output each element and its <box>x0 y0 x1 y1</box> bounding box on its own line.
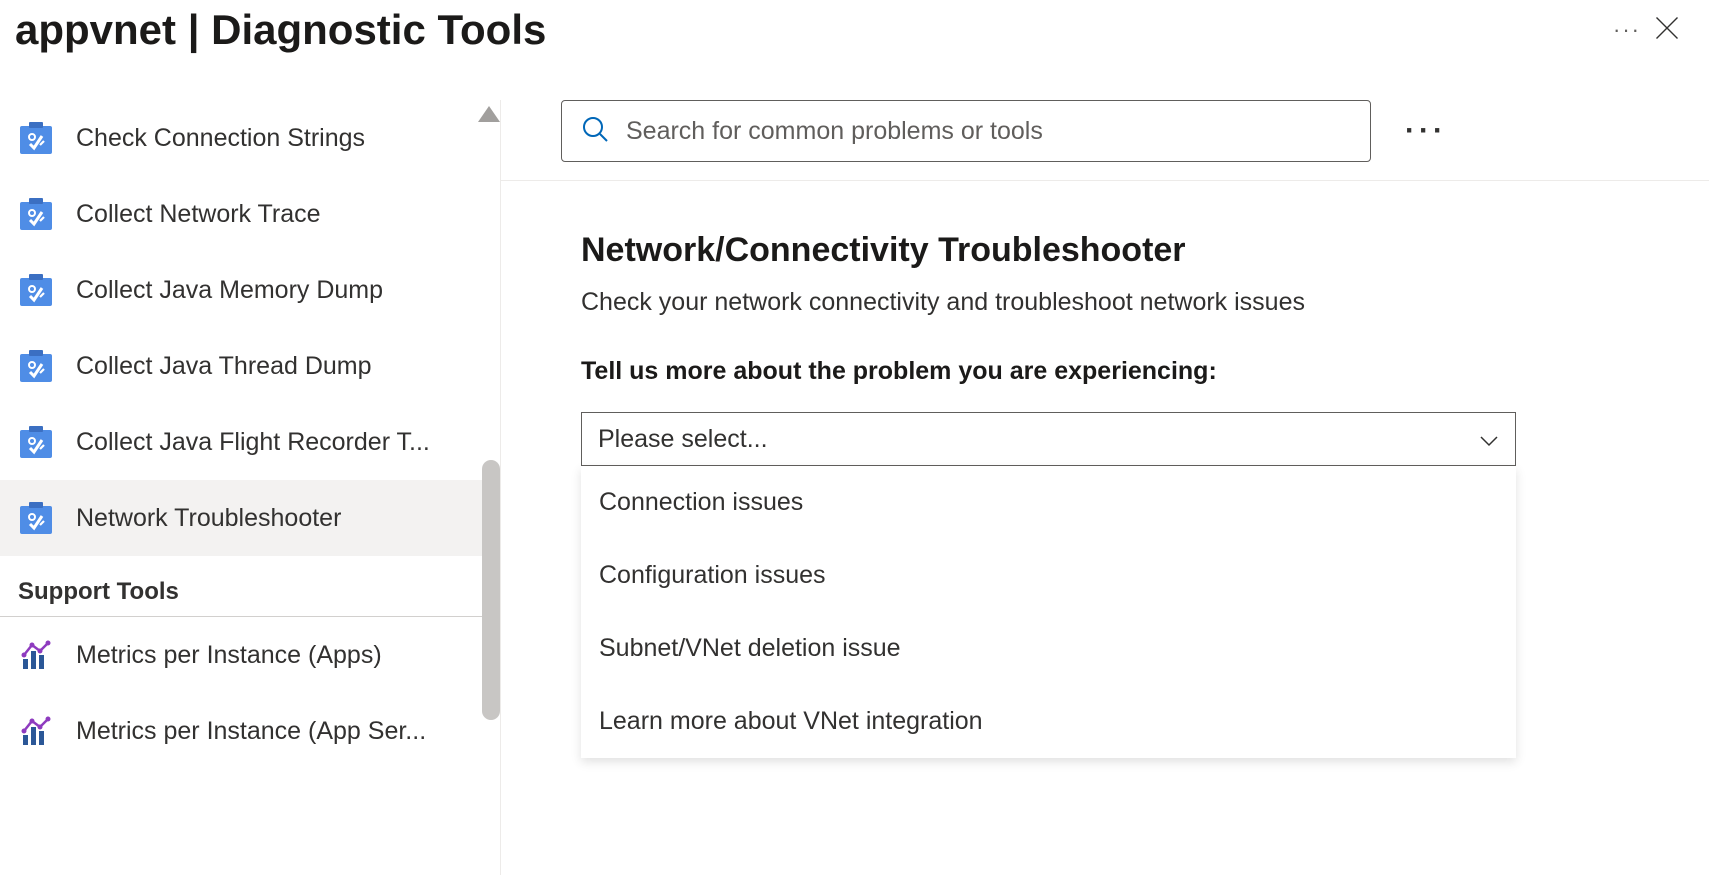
tool-icon <box>18 348 54 384</box>
select-placeholder: Please select... <box>598 425 768 454</box>
header: appvnet | Diagnostic Tools ··· <box>0 0 1709 70</box>
sidebar-item-label: Network Troubleshooter <box>76 504 341 533</box>
sidebar-item-label: Metrics per Instance (Apps) <box>76 641 382 670</box>
scroll-up-button[interactable] <box>478 106 500 122</box>
search-box[interactable] <box>561 100 1371 162</box>
sidebar-item-label: Collect Java Flight Recorder T... <box>76 428 430 457</box>
search-row: ··· <box>501 100 1709 181</box>
page-title: appvnet | Diagnostic Tools <box>15 6 1579 54</box>
main-more-button[interactable]: ··· <box>1401 110 1451 152</box>
sidebar-item-label: Check Connection Strings <box>76 124 365 153</box>
sidebar-item-label: Collect Network Trace <box>76 200 321 229</box>
search-input[interactable] <box>626 117 1352 146</box>
close-icon <box>1653 14 1681 42</box>
dropdown-option-subnet-vnet-deletion[interactable]: Subnet/VNet deletion issue <box>581 612 1516 685</box>
content: Network/Connectivity Troubleshooter Chec… <box>501 181 1709 758</box>
sidebar-section-header: Support Tools <box>0 562 500 617</box>
sidebar-item-network-troubleshooter[interactable]: Network Troubleshooter <box>0 480 500 556</box>
sidebar-item-label: Metrics per Instance (App Ser... <box>76 717 426 746</box>
metrics-icon <box>18 713 54 749</box>
tool-icon <box>18 272 54 308</box>
sidebar-item-collect-java-memory-dump[interactable]: Collect Java Memory Dump <box>0 252 500 328</box>
sidebar-item-label: Collect Java Thread Dump <box>76 352 372 381</box>
tool-icon <box>18 424 54 460</box>
sidebar-item-collect-network-trace[interactable]: Collect Network Trace <box>0 176 500 252</box>
scrollbar-thumb[interactable] <box>482 460 500 720</box>
sidebar-item-metrics-per-instance-app-service[interactable]: Metrics per Instance (App Ser... <box>0 693 500 769</box>
chevron-down-icon <box>1479 425 1499 454</box>
main-panel: ··· Network/Connectivity Troubleshooter … <box>500 100 1709 875</box>
sidebar-item-collect-java-flight-recorder[interactable]: Collect Java Flight Recorder T... <box>0 404 500 480</box>
header-more-button[interactable]: ··· <box>1609 13 1645 47</box>
dropdown-option-configuration-issues[interactable]: Configuration issues <box>581 539 1516 612</box>
sidebar-item-label: Collect Java Memory Dump <box>76 276 383 305</box>
sidebar-item-metrics-per-instance-apps[interactable]: Metrics per Instance (Apps) <box>0 617 500 693</box>
tool-icon <box>18 500 54 536</box>
tool-icon <box>18 196 54 232</box>
sidebar-item-check-connection-strings[interactable]: Check Connection Strings <box>0 100 500 176</box>
problem-dropdown: Connection issues Configuration issues S… <box>581 466 1516 758</box>
dropdown-option-connection-issues[interactable]: Connection issues <box>581 466 1516 539</box>
metrics-icon <box>18 637 54 673</box>
close-button[interactable] <box>1645 6 1689 55</box>
sidebar-item-collect-java-thread-dump[interactable]: Collect Java Thread Dump <box>0 328 500 404</box>
content-title: Network/Connectivity Troubleshooter <box>581 231 1629 270</box>
content-subtitle: Check your network connectivity and trou… <box>581 288 1629 317</box>
problem-select[interactable]: Please select... <box>581 412 1516 466</box>
sidebar: Check Connection Strings Collect Network… <box>0 100 500 875</box>
content-prompt: Tell us more about the problem you are e… <box>581 357 1629 386</box>
search-icon <box>580 114 610 149</box>
dropdown-option-learn-more-vnet[interactable]: Learn more about VNet integration <box>581 685 1516 758</box>
tool-icon <box>18 120 54 156</box>
